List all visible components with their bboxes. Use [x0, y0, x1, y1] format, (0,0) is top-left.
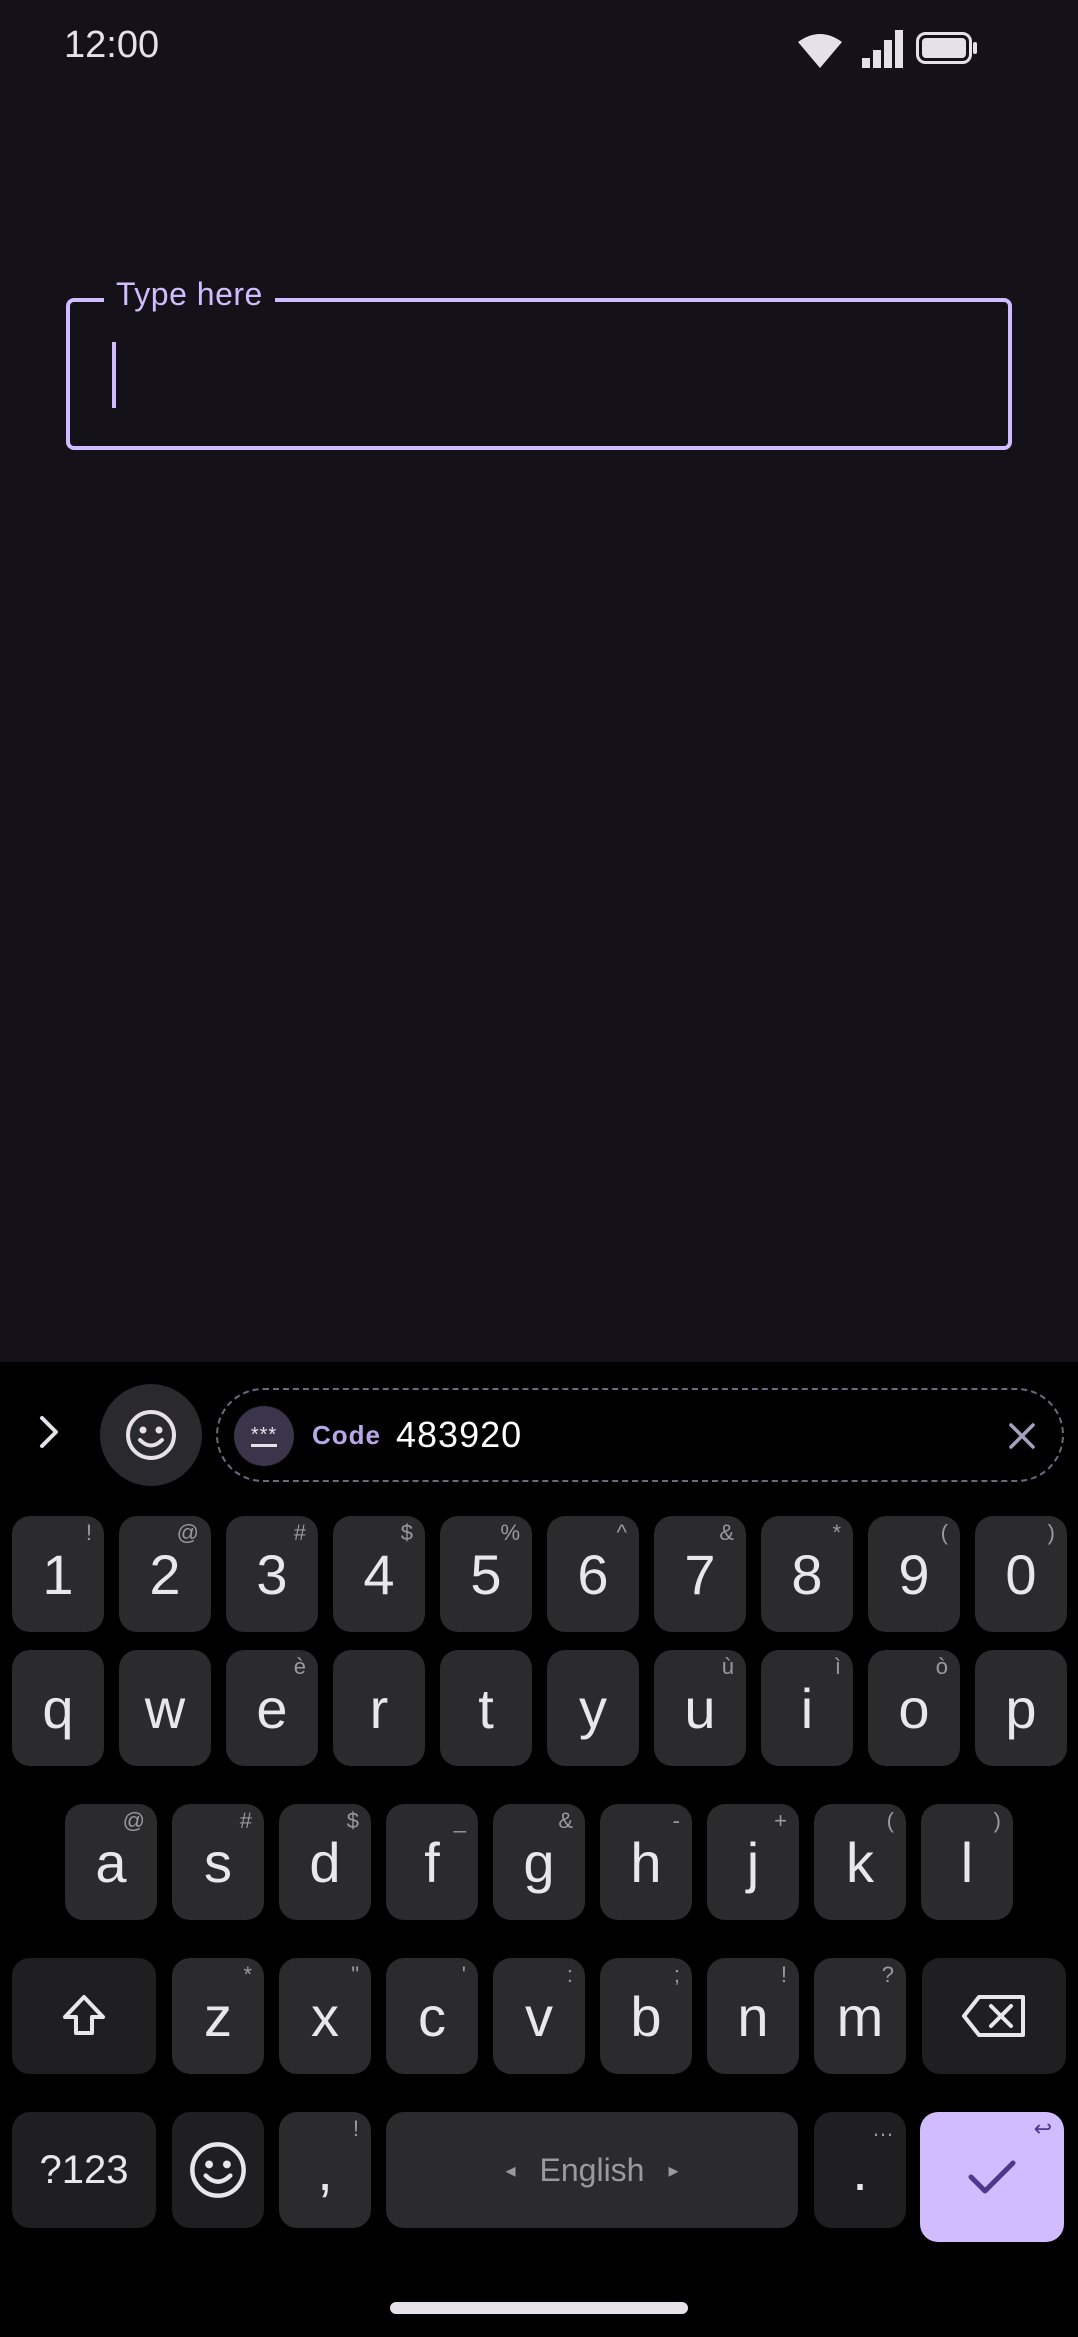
enter-key[interactable]: ↩ — [920, 2112, 1064, 2242]
comma-key[interactable]: , ! — [279, 2112, 371, 2228]
key-j[interactable]: j + — [707, 1804, 799, 1920]
code-chip-label: Code — [312, 1420, 381, 1450]
key-o[interactable]: oò — [868, 1650, 960, 1766]
signal-icon — [862, 30, 903, 68]
password-icon: *** — [234, 1406, 294, 1466]
key-d[interactable]: d $ — [279, 1804, 371, 1920]
key-9[interactable]: 9( — [868, 1516, 960, 1632]
wifi-icon — [798, 34, 842, 68]
suggestion-bar: *** Code 483920 — [0, 1362, 1078, 1504]
key-f[interactable]: f _ — [386, 1804, 478, 1920]
emoji-key[interactable] — [172, 2112, 264, 2228]
emoji-icon — [190, 2142, 246, 2198]
battery-icon — [916, 32, 977, 64]
key-s[interactable]: s # — [172, 1804, 264, 1920]
soft-keyboard: *** Code 483920 1! 2 @3 #4 $5% 6 ^ 7 & 8 * 9(0) qwe… — [0, 1362, 1078, 2337]
text-field-label: Type here — [104, 276, 275, 313]
key-n[interactable]: n! — [707, 1958, 799, 2074]
key-z[interactable]: z * — [172, 1958, 264, 2074]
text-cursor — [112, 342, 116, 408]
shift-icon — [63, 1995, 105, 2035]
space-language-label: English — [539, 2151, 645, 2188]
key-x[interactable]: x " — [279, 1958, 371, 2074]
close-icon[interactable] — [1006, 1420, 1038, 1452]
key-q[interactable]: q — [12, 1650, 104, 1766]
key-i[interactable]: iì — [761, 1650, 853, 1766]
key-l[interactable]: l) — [921, 1804, 1013, 1920]
check-icon — [968, 2160, 1016, 2194]
key-0[interactable]: 0) — [975, 1516, 1067, 1632]
backspace-key[interactable] — [922, 1958, 1066, 2074]
key-b[interactable]: b; — [600, 1958, 692, 2074]
key-a[interactable]: a @ — [65, 1804, 157, 1920]
period-key[interactable]: . … — [814, 2112, 906, 2228]
key-h[interactable]: h- — [600, 1804, 692, 1920]
space-key[interactable]: ◂ English ▸ — [386, 2112, 798, 2228]
space-left-arrow: ◂ — [505, 2159, 516, 2182]
key-u[interactable]: uù — [654, 1650, 746, 1766]
key-v[interactable]: v: — [493, 1958, 585, 2074]
key-t[interactable]: t — [440, 1650, 532, 1766]
symbols-key[interactable]: ?123 — [12, 2112, 156, 2228]
gesture-navigation-bar[interactable] — [390, 2302, 688, 2314]
space-right-arrow: ▸ — [668, 2159, 679, 2182]
key-y[interactable]: y — [547, 1650, 639, 1766]
key-8[interactable]: 8 * — [761, 1516, 853, 1632]
emoji-suggestion-button[interactable] — [100, 1384, 202, 1486]
key-2[interactable]: 2 @ — [119, 1516, 211, 1632]
key-g[interactable]: g & — [493, 1804, 585, 1920]
key-7[interactable]: 7 & — [654, 1516, 746, 1632]
status-bar: 12:00 — [0, 0, 1078, 96]
backspace-icon — [962, 1995, 1025, 2037]
key-m[interactable]: m? — [814, 1958, 906, 2074]
key-4[interactable]: 4 $ — [333, 1516, 425, 1632]
key-e[interactable]: eè — [226, 1650, 318, 1766]
code-chip-value: 483920 — [396, 1414, 523, 1455]
key-5[interactable]: 5% — [440, 1516, 532, 1632]
one-time-code-chip[interactable]: *** Code 483920 — [216, 1388, 1064, 1482]
key-3[interactable]: 3 # — [226, 1516, 318, 1632]
text-input-field[interactable]: Type here — [66, 276, 1012, 450]
status-time: 12:00 — [64, 24, 160, 66]
key-1[interactable]: 1! — [12, 1516, 104, 1632]
key-6[interactable]: 6 ^ — [547, 1516, 639, 1632]
key-w[interactable]: w — [119, 1650, 211, 1766]
emoji-icon — [126, 1410, 176, 1460]
key-k[interactable]: k( — [814, 1804, 906, 1920]
chevron-right-icon[interactable] — [34, 1412, 64, 1452]
key-p[interactable]: p — [975, 1650, 1067, 1766]
shift-key[interactable] — [12, 1958, 156, 2074]
key-c[interactable]: c ' — [386, 1958, 478, 2074]
key-r[interactable]: r — [333, 1650, 425, 1766]
